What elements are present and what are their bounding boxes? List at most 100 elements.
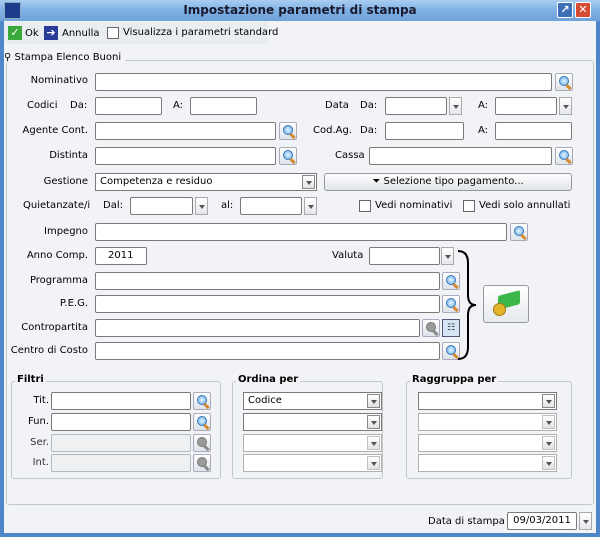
ser-label: Ser. [30, 437, 49, 448]
codici-da-input[interactable] [95, 97, 162, 115]
contropartita-search-icon[interactable] [422, 319, 440, 337]
al-input[interactable] [240, 197, 302, 215]
filter-icon: ⏷ [372, 176, 381, 187]
cassa-search-icon[interactable] [555, 147, 573, 165]
ser-input[interactable] [51, 434, 191, 452]
arrow-right-icon[interactable]: ➔ [44, 26, 58, 40]
agente-input[interactable] [95, 122, 276, 140]
impegno-input[interactable] [95, 223, 507, 241]
pin-icon: ⚲ [4, 52, 12, 63]
nominativo-input[interactable] [95, 73, 552, 91]
impegno-label: Impegno [44, 226, 88, 237]
brace-icon [457, 250, 477, 360]
cassa-label: Cassa [335, 150, 365, 161]
dal-label: Dal: [103, 200, 123, 211]
int-search-icon[interactable] [193, 454, 211, 472]
chevron-down-icon [542, 456, 555, 470]
data-label: Data [325, 100, 349, 111]
agente-label: Agente Cont. [22, 125, 88, 136]
distinta-input[interactable] [95, 147, 276, 165]
ordina-select-3[interactable] [243, 434, 382, 452]
ordina-title: Ordina per [236, 374, 301, 385]
peg-label: P.E.G. [59, 298, 88, 309]
centro-label: Centro di Costo [10, 345, 88, 356]
anno-label: Anno Comp. [26, 250, 88, 261]
ordina-select-2[interactable] [243, 413, 382, 431]
vedi-nominativi-checkbox[interactable] [359, 200, 371, 212]
chevron-down-icon [367, 394, 380, 408]
dal-dropdown[interactable] [195, 197, 208, 215]
tit-search-icon[interactable] [193, 392, 211, 410]
ordina-value: Codice [248, 395, 282, 406]
programma-label: Programma [29, 275, 88, 286]
nominativo-search-icon[interactable] [555, 73, 573, 91]
data-stampa-dropdown[interactable] [579, 512, 592, 530]
data-da-dropdown[interactable] [449, 97, 462, 115]
chevron-down-icon [542, 415, 555, 429]
maximize-icon[interactable]: ↗ [557, 2, 573, 18]
impegno-search-icon[interactable] [510, 223, 528, 241]
raggruppa-select-3[interactable] [418, 434, 557, 452]
codici-a-input[interactable] [190, 97, 257, 115]
al-dropdown[interactable] [304, 197, 317, 215]
standard-params-label: Visualizza i parametri standard [123, 27, 279, 38]
peg-input[interactable] [95, 295, 440, 313]
chevron-down-icon [367, 436, 380, 450]
vedi-annullati-label: Vedi solo annullati [479, 200, 571, 211]
distinta-search-icon[interactable] [279, 147, 297, 165]
data-stampa-input[interactable]: 09/03/2011 [507, 512, 577, 530]
codici-label: Codici [27, 100, 58, 111]
money-button[interactable] [483, 285, 529, 323]
group-title-text: Stampa Elenco Buoni [14, 52, 122, 63]
raggruppa-select-1[interactable] [418, 392, 557, 410]
codag-a-input[interactable] [495, 122, 572, 140]
codag-label: Cod.Ag. [313, 125, 352, 136]
chevron-down-icon [367, 456, 380, 470]
raggruppa-title: Raggruppa per [410, 374, 499, 385]
check-icon[interactable]: ✓ [8, 26, 22, 40]
gestione-select[interactable]: Competenza e residuo [95, 173, 317, 191]
data-a-input[interactable] [495, 97, 557, 115]
programma-input[interactable] [95, 272, 440, 290]
chevron-down-icon [367, 415, 380, 429]
raggruppa-select-2[interactable] [418, 413, 557, 431]
group-title: ⚲ Stampa Elenco Buoni [4, 52, 126, 63]
fun-search-icon[interactable] [193, 413, 211, 431]
raggruppa-select-4[interactable] [418, 454, 557, 472]
contropartita-input[interactable] [95, 319, 420, 337]
fun-input[interactable] [51, 413, 191, 431]
data-da-input[interactable] [385, 97, 447, 115]
codag-a-label: A: [478, 125, 489, 136]
dialog-body: ✓ Ok ➔ Annulla Visualizza i parametri st… [4, 21, 596, 533]
ok-button[interactable]: Ok [25, 28, 39, 39]
close-icon[interactable]: ✕ [575, 2, 591, 18]
cancel-button[interactable]: Annulla [62, 28, 100, 39]
int-input[interactable] [51, 454, 191, 472]
tit-label: Tit. [33, 395, 49, 406]
standard-params-checkbox[interactable] [107, 27, 119, 39]
valuta-label: Valuta [332, 250, 364, 261]
ser-search-icon[interactable] [193, 434, 211, 452]
valuta-input[interactable] [369, 247, 440, 265]
valuta-dropdown[interactable] [441, 247, 454, 265]
cassa-input[interactable] [369, 147, 552, 165]
data-stampa-label: Data di stampa [428, 516, 505, 527]
centro-input[interactable] [95, 342, 440, 360]
ordina-select-4[interactable] [243, 454, 382, 472]
tipo-pagamento-button[interactable]: ⏷ Selezione tipo pagamento... [324, 173, 572, 191]
data-a-label: A: [478, 100, 489, 111]
gestione-value: Competenza e residuo [100, 176, 213, 187]
dal-input[interactable] [130, 197, 193, 215]
contropartita-label: Contropartita [21, 322, 88, 333]
coins-icon [493, 303, 506, 316]
vedi-annullati-checkbox[interactable] [463, 200, 475, 212]
fun-label: Fun. [27, 416, 49, 427]
anno-input[interactable]: 2011 [95, 247, 147, 265]
agente-search-icon[interactable] [279, 122, 297, 140]
chevron-down-icon [542, 394, 555, 408]
ordina-select-1[interactable]: Codice [243, 392, 382, 410]
tit-input[interactable] [51, 392, 191, 410]
data-a-dropdown[interactable] [559, 97, 572, 115]
codag-da-label: Da: [360, 125, 378, 136]
codag-da-input[interactable] [385, 122, 464, 140]
